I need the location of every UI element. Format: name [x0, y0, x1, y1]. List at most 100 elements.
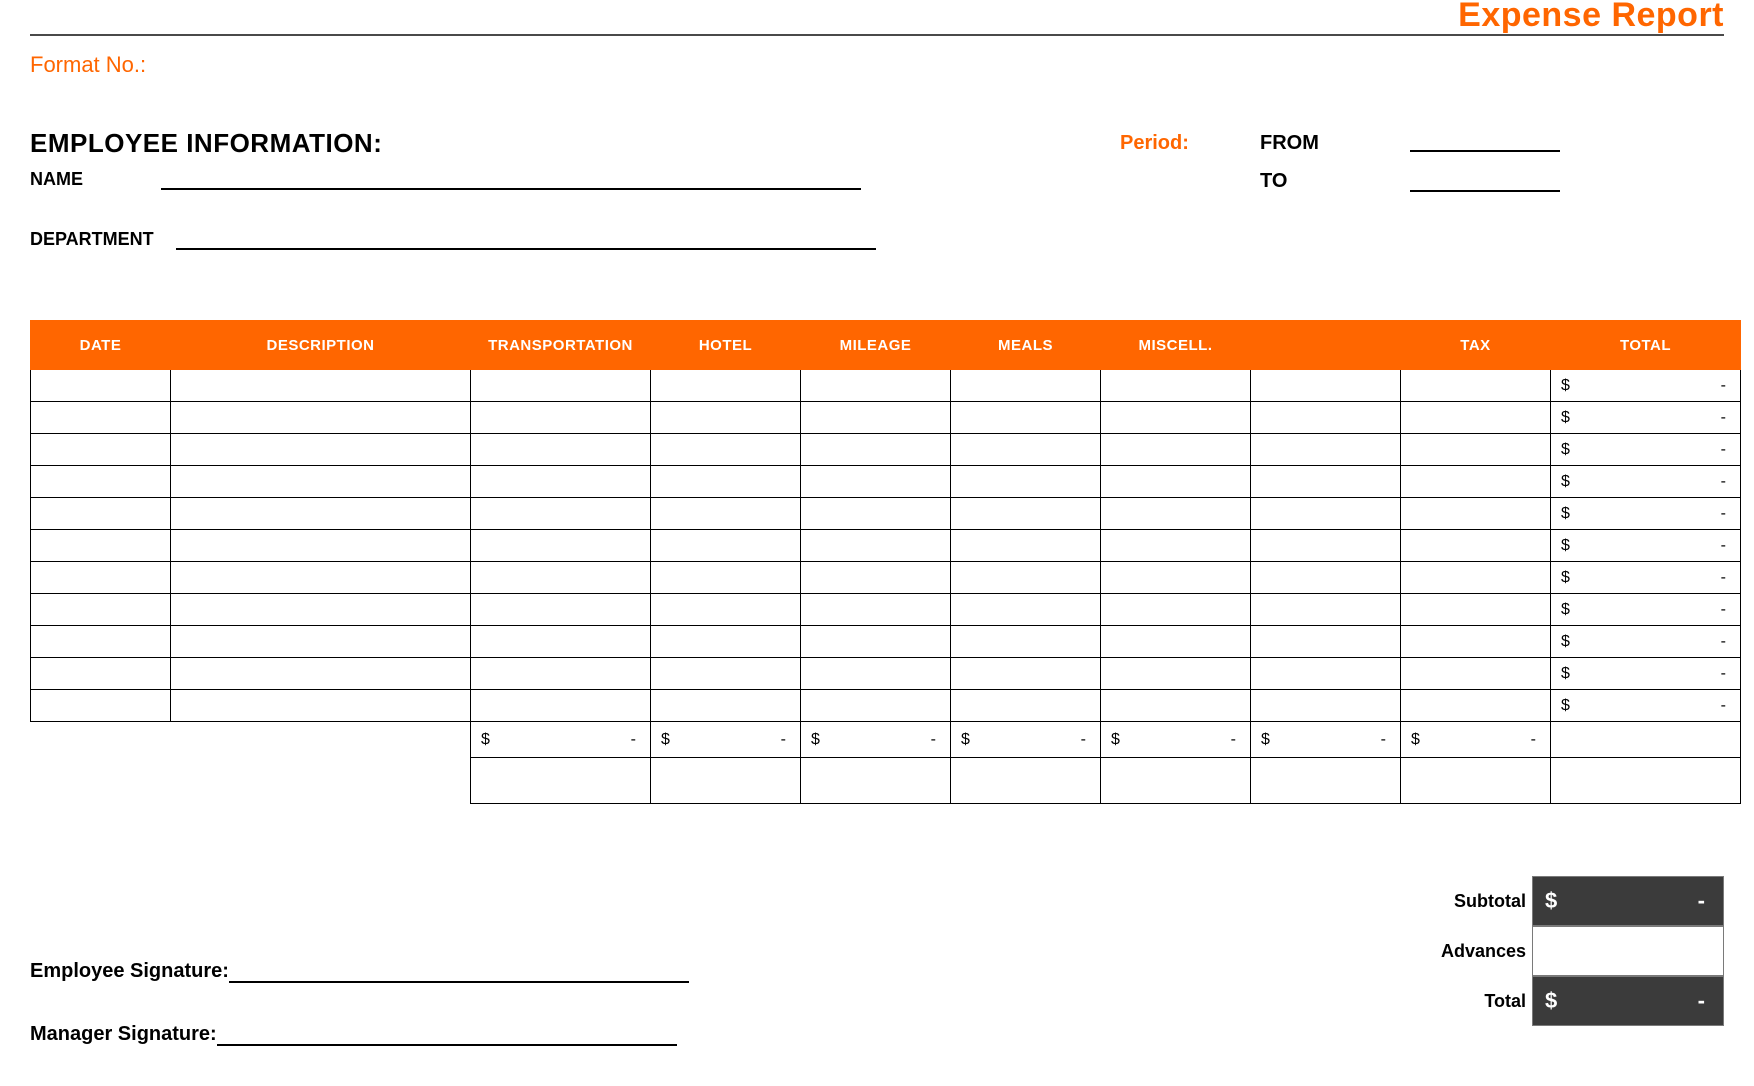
name-input-line[interactable] — [161, 168, 861, 190]
table-cell[interactable] — [951, 370, 1101, 402]
table-cell[interactable] — [801, 498, 951, 530]
table-cell[interactable] — [1401, 690, 1551, 722]
table-cell[interactable] — [171, 402, 471, 434]
table-cell[interactable] — [801, 562, 951, 594]
table-cell[interactable] — [471, 370, 651, 402]
table-cell[interactable] — [801, 594, 951, 626]
table-cell[interactable] — [651, 434, 801, 466]
table-cell[interactable] — [171, 434, 471, 466]
table-cell[interactable] — [951, 402, 1101, 434]
table-cell[interactable] — [1401, 402, 1551, 434]
period-from-input-line[interactable] — [1410, 150, 1560, 152]
table-cell[interactable] — [1101, 562, 1251, 594]
table-cell[interactable] — [171, 658, 471, 690]
table-cell[interactable] — [1101, 530, 1251, 562]
table-cell[interactable] — [951, 466, 1101, 498]
table-cell[interactable] — [951, 658, 1101, 690]
table-cell[interactable] — [31, 370, 171, 402]
table-cell[interactable] — [31, 402, 171, 434]
table-cell[interactable] — [651, 402, 801, 434]
table-cell[interactable] — [1101, 658, 1251, 690]
table-cell[interactable] — [31, 690, 171, 722]
table-cell[interactable] — [31, 626, 171, 658]
table-cell[interactable] — [1101, 370, 1251, 402]
period-to-input-line[interactable] — [1410, 190, 1560, 192]
table-cell[interactable] — [171, 498, 471, 530]
table-cell[interactable] — [951, 562, 1101, 594]
table-cell[interactable] — [1401, 434, 1551, 466]
table-cell[interactable] — [1401, 370, 1551, 402]
table-cell[interactable] — [31, 498, 171, 530]
table-cell[interactable] — [651, 466, 801, 498]
table-cell[interactable] — [171, 562, 471, 594]
table-cell[interactable] — [1251, 658, 1401, 690]
table-cell[interactable] — [1251, 370, 1401, 402]
table-cell[interactable] — [171, 594, 471, 626]
table-cell[interactable] — [471, 562, 651, 594]
table-cell[interactable] — [651, 594, 801, 626]
table-cell[interactable] — [1101, 594, 1251, 626]
table-cell[interactable] — [471, 466, 651, 498]
department-input-line[interactable] — [176, 228, 876, 250]
table-cell[interactable] — [801, 466, 951, 498]
table-cell[interactable] — [801, 626, 951, 658]
table-cell[interactable] — [801, 658, 951, 690]
table-cell[interactable] — [1101, 402, 1251, 434]
table-cell[interactable] — [651, 562, 801, 594]
table-cell[interactable] — [1101, 690, 1251, 722]
table-cell[interactable] — [951, 626, 1101, 658]
table-cell[interactable] — [1101, 434, 1251, 466]
table-cell[interactable] — [1251, 594, 1401, 626]
table-cell[interactable] — [1101, 466, 1251, 498]
table-cell[interactable] — [1251, 434, 1401, 466]
table-cell[interactable] — [31, 434, 171, 466]
table-cell[interactable] — [651, 498, 801, 530]
table-cell[interactable] — [1251, 626, 1401, 658]
table-cell[interactable] — [651, 530, 801, 562]
table-cell[interactable] — [1401, 594, 1551, 626]
table-cell[interactable] — [951, 690, 1101, 722]
table-cell[interactable] — [471, 658, 651, 690]
table-cell[interactable] — [1401, 658, 1551, 690]
table-cell[interactable] — [31, 658, 171, 690]
table-cell[interactable] — [651, 370, 801, 402]
table-cell[interactable] — [171, 466, 471, 498]
table-cell[interactable] — [171, 690, 471, 722]
table-cell[interactable] — [31, 594, 171, 626]
advances-value-cell[interactable] — [1532, 926, 1724, 976]
table-cell[interactable] — [801, 402, 951, 434]
table-cell[interactable] — [471, 530, 651, 562]
table-cell[interactable] — [951, 594, 1101, 626]
table-cell[interactable] — [471, 434, 651, 466]
table-cell[interactable] — [471, 402, 651, 434]
table-cell[interactable] — [1251, 562, 1401, 594]
table-cell[interactable] — [171, 626, 471, 658]
table-cell[interactable] — [471, 626, 651, 658]
table-cell[interactable] — [951, 434, 1101, 466]
table-cell[interactable] — [651, 690, 801, 722]
table-cell[interactable] — [951, 498, 1101, 530]
table-cell[interactable] — [31, 466, 171, 498]
table-cell[interactable] — [651, 626, 801, 658]
table-cell[interactable] — [471, 498, 651, 530]
table-cell[interactable] — [1401, 466, 1551, 498]
table-cell[interactable] — [1101, 498, 1251, 530]
table-cell[interactable] — [31, 562, 171, 594]
table-cell[interactable] — [1251, 498, 1401, 530]
employee-signature-line[interactable] — [229, 963, 689, 983]
table-cell[interactable] — [801, 690, 951, 722]
table-cell[interactable] — [171, 370, 471, 402]
table-cell[interactable] — [1251, 530, 1401, 562]
table-cell[interactable] — [1251, 466, 1401, 498]
table-cell[interactable] — [471, 690, 651, 722]
table-cell[interactable] — [471, 594, 651, 626]
table-cell[interactable] — [801, 370, 951, 402]
table-cell[interactable] — [171, 530, 471, 562]
table-cell[interactable] — [651, 658, 801, 690]
table-cell[interactable] — [1251, 690, 1401, 722]
table-cell[interactable] — [801, 434, 951, 466]
table-cell[interactable] — [1401, 626, 1551, 658]
table-cell[interactable] — [31, 530, 171, 562]
table-cell[interactable] — [1401, 562, 1551, 594]
table-cell[interactable] — [1251, 402, 1401, 434]
